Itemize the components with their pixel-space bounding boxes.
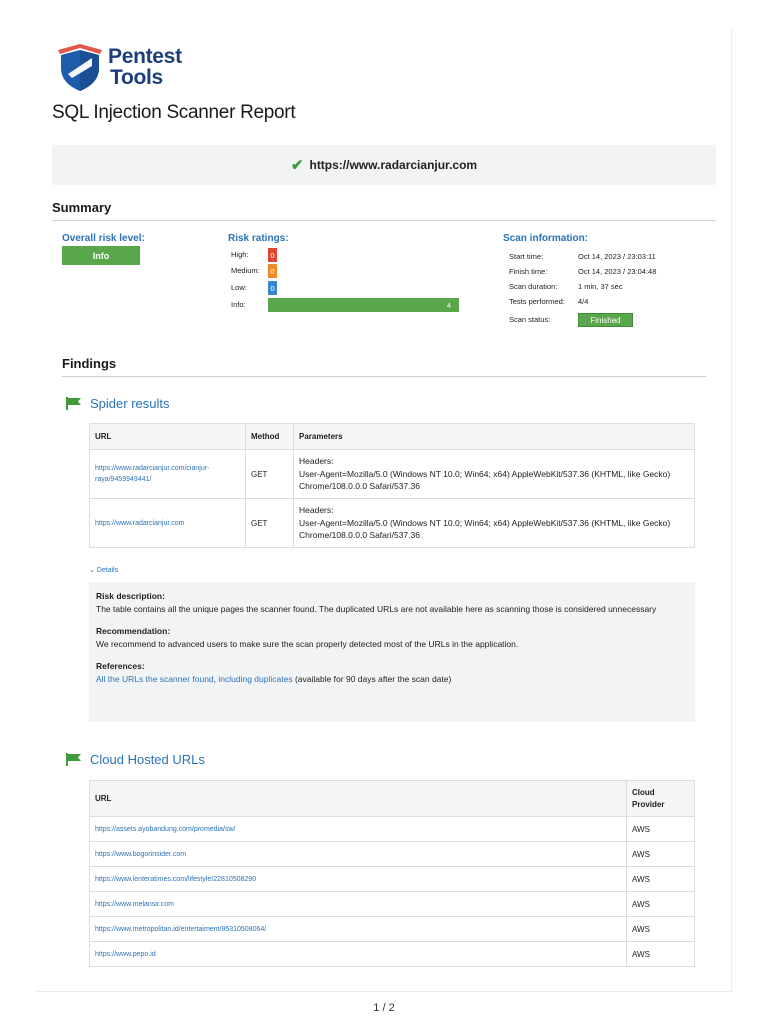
cloud-provider: AWS: [626, 891, 695, 917]
cloud-url-link[interactable]: https://www.pepo.id: [89, 941, 627, 967]
column-header-cloud-provider: Cloud Provider: [626, 780, 695, 817]
pentest-tools-logo[interactable]: Pentest Tools: [56, 42, 216, 92]
risk-description-label: Risk description:: [96, 591, 165, 601]
risk-ratings-label: Risk ratings:: [228, 233, 289, 244]
overall-risk-label: Overall risk level:: [62, 233, 145, 244]
risk-description-text: The table contains all the unique pages …: [96, 604, 657, 614]
spider-url-link[interactable]: https://www.radarcianjur.com: [89, 498, 246, 548]
cloud-provider: AWS: [626, 841, 695, 867]
column-header-parameters: Parameters: [293, 423, 695, 450]
flag-icon: [66, 753, 81, 766]
report-title: SQL Injection Scanner Report: [52, 102, 296, 123]
table-header-row: URL Method Parameters: [89, 423, 695, 450]
table-row: https://www.lenteratimes.com/lifestyle/2…: [89, 866, 695, 892]
findings-heading: Findings: [62, 356, 117, 371]
shield-logo-icon: [58, 44, 102, 91]
risk-bar-info: 4: [268, 298, 459, 312]
cloud-provider: AWS: [626, 866, 695, 892]
cloud-hosted-urls-table: URL Cloud Provider https://assets.ayoban…: [89, 780, 695, 967]
spider-results-table: URL Method Parameters https://www.radarc…: [89, 423, 695, 548]
details-toggle[interactable]: ⌄ Details: [89, 566, 118, 574]
page-number: 1 / 2: [373, 1002, 395, 1014]
check-icon: ✔: [290, 157, 304, 174]
cloud-url-link[interactable]: https://www.bogorinsider.com: [89, 841, 627, 867]
table-header-row: URL Cloud Provider: [89, 780, 695, 817]
table-row: https://www.radarcianjur.com GET Headers…: [89, 498, 695, 548]
references-label: References:: [96, 661, 145, 671]
table-row: https://www.radarcianjur.com/cianjur-ray…: [89, 449, 695, 499]
risk-bar-medium: 0: [268, 264, 277, 278]
spider-url-link[interactable]: https://www.radarcianjur.com/cianjur-ray…: [89, 449, 246, 499]
table-row: https://www.melansir.com AWS: [89, 891, 695, 917]
table-row: https://www.metropolitan.id/entertaiment…: [89, 916, 695, 942]
brand-name: Pentest Tools: [108, 45, 182, 89]
cloud-provider: AWS: [626, 941, 695, 967]
cloud-provider: AWS: [626, 916, 695, 942]
flag-icon: [66, 397, 81, 410]
scan-status-badge: Finished: [578, 313, 633, 327]
table-row: https://www.pepo.id AWS: [89, 941, 695, 967]
request-method: GET: [245, 449, 294, 499]
recommendation-text: We recommend to advanced users to make s…: [96, 639, 519, 649]
overall-risk-badge: Info: [62, 246, 140, 265]
cloud-provider: AWS: [626, 816, 695, 842]
reference-note: (available for 90 days after the scan da…: [294, 674, 452, 684]
target-bar: ✔ https://www.radarcianjur.com: [52, 145, 716, 185]
request-method: GET: [245, 498, 294, 548]
column-header-url: URL: [89, 780, 627, 817]
request-parameters: Headers: User-Agent=Mozilla/5.0 (Windows…: [293, 498, 695, 548]
table-row: https://www.bogorinsider.com AWS: [89, 841, 695, 867]
cloud-url-link[interactable]: https://www.melansir.com: [89, 891, 627, 917]
summary-heading: Summary: [52, 200, 112, 215]
table-row: https://assets.ayobandung.com/promedia/s…: [89, 816, 695, 842]
cloud-url-link[interactable]: https://www.lenteratimes.com/lifestyle/2…: [89, 866, 627, 892]
summary-divider: [52, 220, 716, 221]
recommendation-label: Recommendation:: [96, 626, 171, 636]
details-panel: Risk description: The table contains all…: [89, 582, 695, 722]
risk-bar-high: 0: [268, 248, 277, 262]
cloud-url-link[interactable]: https://assets.ayobandung.com/promedia/s…: [89, 816, 627, 842]
findings-divider: [62, 376, 706, 377]
chevron-down-icon: ⌄: [89, 567, 95, 574]
column-header-url: URL: [89, 423, 246, 450]
target-url: https://www.radarcianjur.com: [309, 158, 478, 172]
scan-info-label: Scan information:: [503, 233, 589, 244]
cloud-hosted-urls-heading: Cloud Hosted URLs: [66, 752, 205, 767]
reference-link[interactable]: All the URLs the scanner found, includin…: [96, 674, 293, 684]
spider-results-heading: Spider results: [66, 396, 169, 411]
cloud-url-link[interactable]: https://www.metropolitan.id/entertaiment…: [89, 916, 627, 942]
column-header-method: Method: [245, 423, 294, 450]
request-parameters: Headers: User-Agent=Mozilla/5.0 (Windows…: [293, 449, 695, 499]
risk-bar-low: 0: [268, 281, 277, 295]
